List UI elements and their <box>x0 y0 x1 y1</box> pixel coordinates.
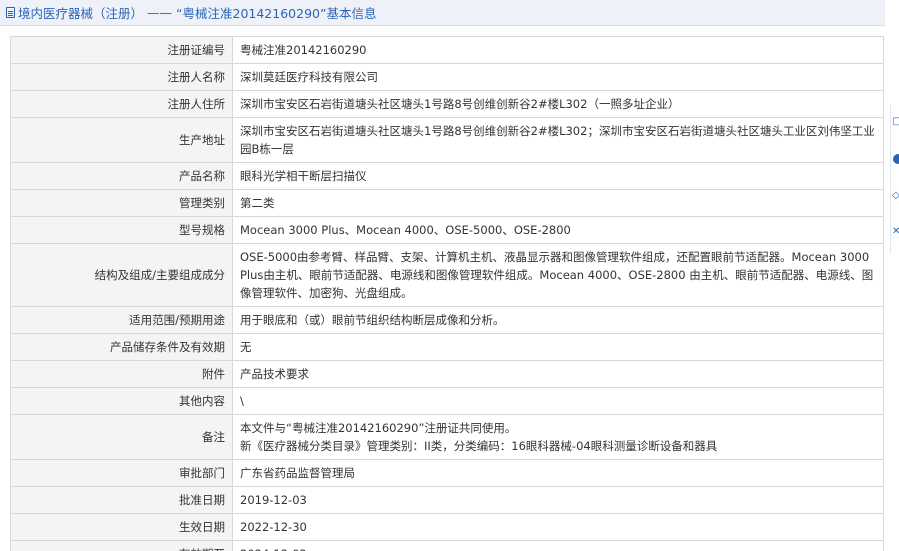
row-value: 产品技术要求 <box>232 360 884 388</box>
row-value: 2024-12-02 <box>232 540 884 551</box>
row-value-line: 产品技术要求 <box>240 367 309 381</box>
side-document-icon[interactable]: ▢ <box>892 116 899 128</box>
row-value: 2022-12-30 <box>232 513 884 541</box>
table-row: 生效日期 2022-12-30 <box>10 513 884 541</box>
row-value-line: 本文件与“粤械注准20142160290”注册证共同使用。 <box>240 421 517 435</box>
row-label: 生效日期 <box>10 513 233 541</box>
table-row: 生产地址 深圳市宝安区石岩街道塘头社区塘头1号路8号创维创新谷2#楼L302；深圳… <box>10 117 884 163</box>
row-label: 有效期至 <box>10 540 233 551</box>
row-value: \ <box>232 387 884 415</box>
document-icon <box>6 7 15 18</box>
row-label: 注册人住所 <box>10 90 233 118</box>
info-table: 注册证编号 粤械注准20142160290 注册人名称 深圳莫廷医疗科技有限公司 注册人… <box>10 36 884 551</box>
row-value-line: 2024-12-02 <box>240 545 876 551</box>
table-row: 产品名称 眼科光学相干断层扫描仪 <box>10 162 884 190</box>
table-row: 型号规格 Mocean 3000 Plus、Mocean 4000、OSE-500… <box>10 216 884 244</box>
table-row: 结构及组成/主要组成成分 OSE-5000由参考臂、样品臂、支架、计算机主机、液晶… <box>10 243 884 307</box>
row-value: 无 <box>232 333 884 361</box>
header-category: 境内医疗器械（注册） <box>18 6 144 21</box>
table-row: 批准日期 2019-12-03 <box>10 486 884 514</box>
row-label: 其他内容 <box>10 387 233 415</box>
row-value: 粤械注准20142160290 <box>232 36 884 64</box>
row-value: 第二类 <box>232 189 884 217</box>
row-label: 管理类别 <box>10 189 233 217</box>
table-row: 其他内容 \ <box>10 387 884 415</box>
row-value: 眼科光学相干断层扫描仪 <box>232 162 884 190</box>
row-value: 2019-12-03 <box>232 486 884 514</box>
row-value-line: 深圳市宝安区石岩街道塘头社区塘头1号路8号创维创新谷2#楼L302（一照多址企业… <box>240 97 680 111</box>
page: 境内医疗器械（注册） —— “粤械注准20142160290”基本信息 注册证编… <box>0 0 899 551</box>
row-value-line: Mocean 3000 Plus、Mocean 4000、OSE-5000、OS… <box>240 223 571 237</box>
row-value-line: 无 <box>240 340 252 354</box>
row-label: 产品名称 <box>10 162 233 190</box>
side-circle-icon[interactable] <box>893 154 899 164</box>
row-value-line: \ <box>240 394 244 408</box>
page-header: 境内医疗器械（注册） —— “粤械注准20142160290”基本信息 <box>0 0 885 26</box>
table-row: 管理类别 第二类 <box>10 189 884 217</box>
row-label: 批准日期 <box>10 486 233 514</box>
row-label: 生产地址 <box>10 117 233 163</box>
row-label: 备注 <box>10 414 233 460</box>
row-value-line: 广东省药品监督管理局 <box>240 466 355 480</box>
row-value: 本文件与“粤械注准20142160290”注册证共同使用。新《医疗器械分类目录》… <box>232 414 884 460</box>
row-value-line: 2022-12-30 <box>240 520 307 534</box>
row-label: 注册证编号 <box>10 36 233 64</box>
side-close-icon[interactable]: ✕ <box>892 226 899 238</box>
row-value-line: 第二类 <box>240 196 275 210</box>
header-title: “粤械注准20142160290”基本信息 <box>176 6 377 21</box>
row-value-line: 深圳莫廷医疗科技有限公司 <box>240 70 378 84</box>
row-value: Mocean 3000 Plus、Mocean 4000、OSE-5000、OS… <box>232 216 884 244</box>
table-row: 适用范围/预期用途 用于眼底和（或）眼前节组织结构断层成像和分析。 <box>10 306 884 334</box>
row-value-line: 2019-12-03 <box>240 493 307 507</box>
table-row: 备注 本文件与“粤械注准20142160290”注册证共同使用。新《医疗器械分类目… <box>10 414 884 460</box>
row-value: 深圳市宝安区石岩街道塘头社区塘头1号路8号创维创新谷2#楼L302；深圳市宝安区… <box>232 117 884 163</box>
row-value: OSE-5000由参考臂、样品臂、支架、计算机主机、液晶显示器和图像管理软件组成… <box>232 243 884 307</box>
table-row: 注册证编号 粤械注准20142160290 <box>10 36 884 64</box>
row-value: 广东省药品监督管理局 <box>232 459 884 487</box>
row-value: 用于眼底和（或）眼前节组织结构断层成像和分析。 <box>232 306 884 334</box>
info-table-container: 注册证编号 粤械注准20142160290 注册人名称 深圳莫廷医疗科技有限公司 注册人… <box>10 36 884 551</box>
row-label: 附件 <box>10 360 233 388</box>
table-row: 注册人住所 深圳市宝安区石岩街道塘头社区塘头1号路8号创维创新谷2#楼L302（一… <box>10 90 884 118</box>
row-value-line: 用于眼底和（或）眼前节组织结构断层成像和分析。 <box>240 313 505 327</box>
row-label: 型号规格 <box>10 216 233 244</box>
row-label: 注册人名称 <box>10 63 233 91</box>
row-value-line: 新《医疗器械分类目录》管理类别：II类，分类编码：16眼科器械-04眼科测量诊断… <box>240 439 718 453</box>
row-label: 产品储存条件及有效期 <box>10 333 233 361</box>
table-row: 附件 产品技术要求 <box>10 360 884 388</box>
row-label: 审批部门 <box>10 459 233 487</box>
row-value-line: 眼科光学相干断层扫描仪 <box>240 169 367 183</box>
table-row: 审批部门 广东省药品监督管理局 <box>10 459 884 487</box>
row-value-line: 深圳市宝安区石岩街道塘头社区塘头1号路8号创维创新谷2#楼L302；深圳市宝安区… <box>240 124 875 156</box>
row-value-line: OSE-5000由参考臂、样品臂、支架、计算机主机、液晶显示器和图像管理软件组成… <box>240 250 874 300</box>
table-row: 有效期至 2024-12-02 <box>10 540 884 551</box>
row-label: 结构及组成/主要组成成分 <box>10 243 233 307</box>
table-row: 注册人名称 深圳莫廷医疗科技有限公司 <box>10 63 884 91</box>
header-separator: —— <box>147 5 173 20</box>
table-row: 产品储存条件及有效期无 <box>10 333 884 361</box>
side-toolbar: ▢ ◇ ✕ <box>890 104 899 254</box>
row-label: 适用范围/预期用途 <box>10 306 233 334</box>
side-share-icon[interactable]: ◇ <box>892 190 899 202</box>
row-value: 深圳莫廷医疗科技有限公司 <box>232 63 884 91</box>
row-value: 深圳市宝安区石岩街道塘头社区塘头1号路8号创维创新谷2#楼L302（一照多址企业… <box>232 90 884 118</box>
row-value-line: 粤械注准20142160290 <box>240 43 367 57</box>
